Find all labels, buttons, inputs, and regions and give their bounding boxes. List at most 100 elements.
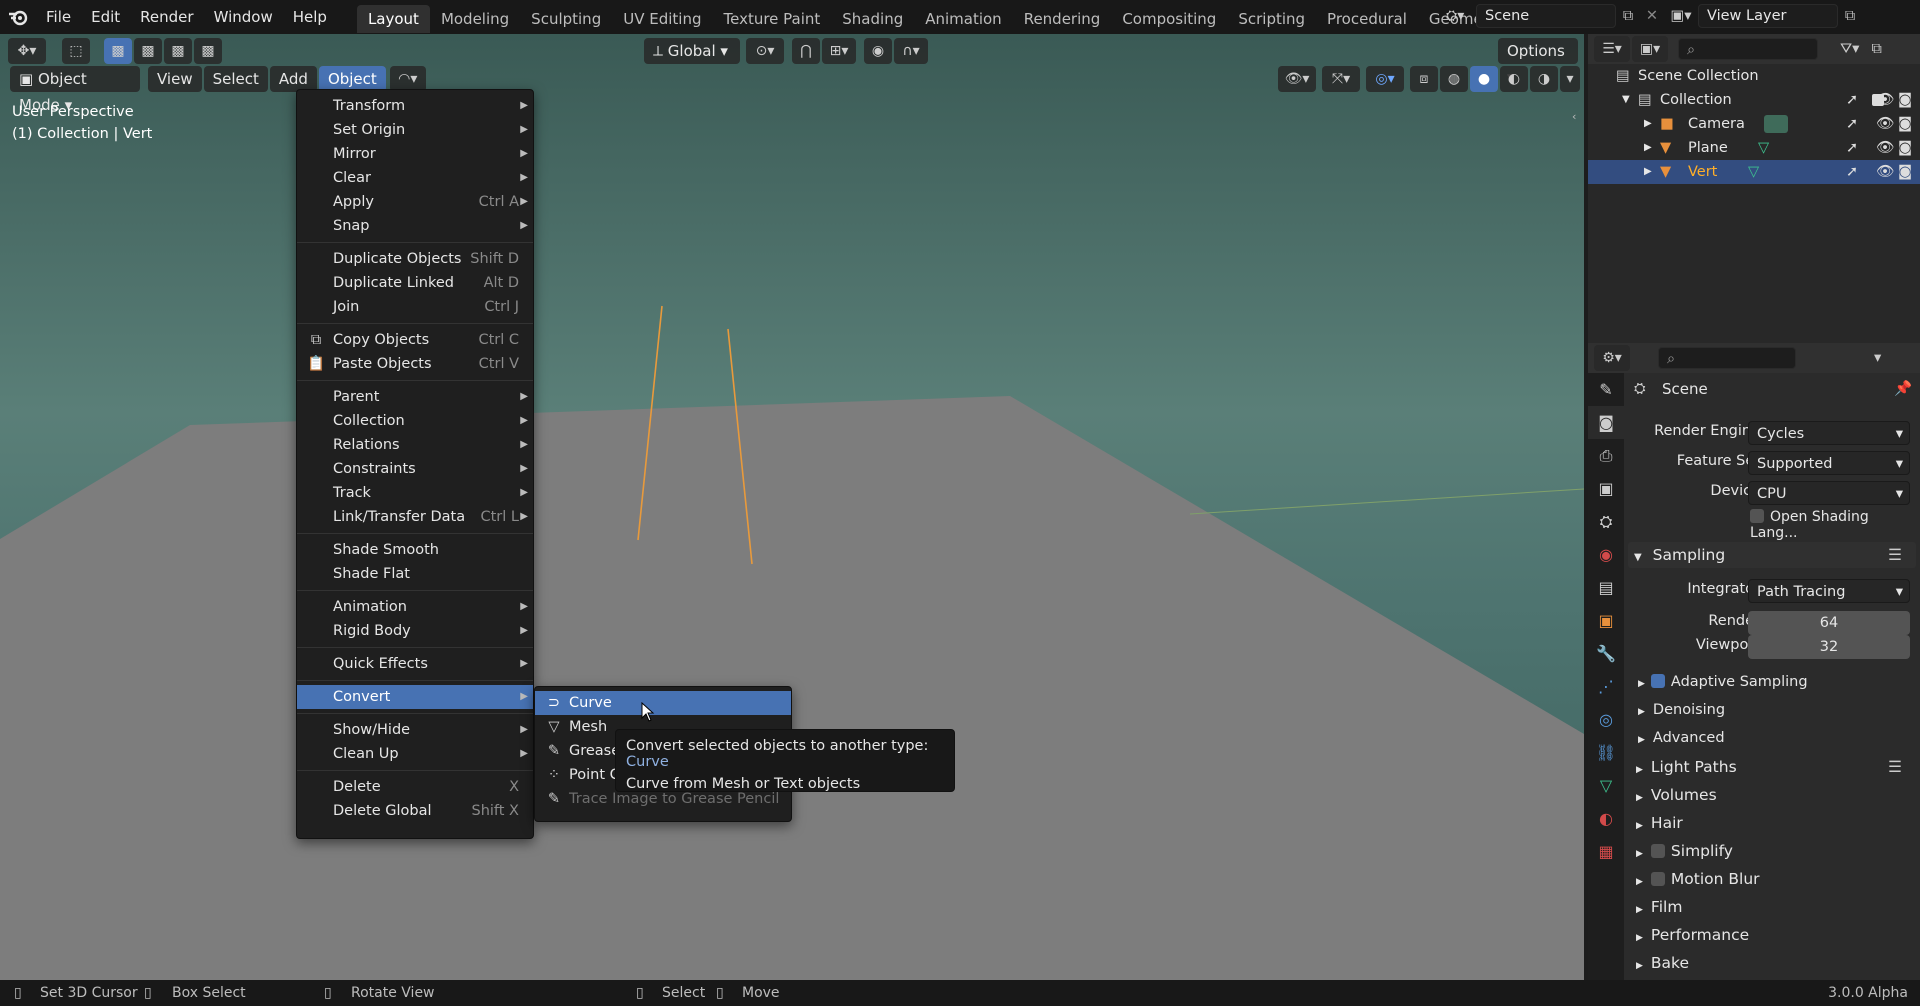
physics-tab-icon[interactable]: ◎ <box>1588 703 1624 736</box>
menu-window[interactable]: Window <box>204 0 283 34</box>
selectable-arrow-icon[interactable]: ➚ <box>1846 160 1858 184</box>
expand-arrow-icon[interactable]: ▶ <box>1644 112 1652 136</box>
shading-options-icon[interactable]: ▾ <box>1560 66 1580 92</box>
menu-render[interactable]: Render <box>130 0 203 34</box>
view-layer-tab-icon[interactable]: ▣ <box>1588 472 1624 505</box>
menu-item-clear[interactable]: Clear ▶ <box>297 166 533 190</box>
camera-render-icon[interactable]: ◙ <box>1898 160 1912 184</box>
overlays-toggle-icon[interactable]: ◎▾ <box>1366 66 1404 92</box>
osl-checkbox[interactable]: Open Shading Lang... <box>1750 509 1920 541</box>
outliner-row-collection[interactable]: ▼ ▤ Collection ➚ 👁 ◙ <box>1588 88 1920 112</box>
integrator-dropdown[interactable]: Path Tracing ▾ <box>1748 579 1910 603</box>
select-tool-icon[interactable]: ⬚ <box>62 38 90 64</box>
menu-select[interactable]: Select <box>203 66 268 92</box>
menu-item-animation[interactable]: Animation ▶ <box>297 595 533 619</box>
outliner-editor-type-icon[interactable]: ☰▾ <box>1594 36 1630 62</box>
world-tab-icon[interactable]: ◉ <box>1588 538 1624 571</box>
3d-viewport[interactable]: ✥▾ ⬚ ▩ ▩ ▩ ▩ ⟂ Global ▾ ⊙▾ ⋂ ⊞▾ ◉ ∩▾ Opt… <box>0 34 1584 980</box>
constraints-tab-icon[interactable]: ⛓ <box>1588 736 1624 769</box>
transform-orientation-dropdown[interactable]: ⟂ Global ▾ <box>644 38 740 64</box>
properties-editor-type-icon[interactable]: ⚙▾ <box>1594 345 1630 371</box>
eye-icon[interactable]: 👁 <box>1876 112 1894 136</box>
panel-motion-blur[interactable]: ▶ Motion Blur <box>1628 866 1916 892</box>
viewport-samples-field[interactable]: 32 <box>1748 635 1910 659</box>
workspace-tab-uv-editing[interactable]: UV Editing <box>612 5 712 33</box>
outliner-row-scene-collection[interactable]: ▤ Scene Collection <box>1588 64 1920 88</box>
outliner-row-plane[interactable]: ▶ ▼ Plane ▽ ➚ 👁 ◙ <box>1588 136 1920 160</box>
gizmo-toggle-icon[interactable]: ⤧▾ <box>1322 66 1360 92</box>
shading-wireframe-icon[interactable]: ◍ <box>1440 66 1468 92</box>
mesh-data-icon[interactable]: ▽ <box>1758 136 1769 160</box>
panel-hair[interactable]: ▶ Hair <box>1628 810 1916 836</box>
properties-search-input[interactable]: ⌕ <box>1658 347 1796 369</box>
view-layer-field[interactable]: View Layer <box>1698 4 1838 28</box>
eye-icon[interactable]: 👁 <box>1876 160 1894 184</box>
advanced-subpanel[interactable]: ▶ Advanced <box>1638 726 1725 750</box>
select-mode-new-icon[interactable]: ▩ <box>104 38 132 64</box>
delete-scene-icon[interactable]: ✕ <box>1640 8 1664 24</box>
menu-view[interactable]: View <box>148 66 202 92</box>
menu-item-collection[interactable]: Collection ▶ <box>297 409 533 433</box>
menu-item-paste-objects[interactable]: 📋 Paste Objects Ctrl V <box>297 352 533 376</box>
panel-enable-checkbox[interactable] <box>1650 871 1665 886</box>
menu-item-duplicate-linked[interactable]: Duplicate Linked Alt D <box>297 271 533 295</box>
menu-item-snap[interactable]: Snap ▶ <box>297 214 533 238</box>
selectable-arrow-icon[interactable]: ➚ <box>1846 112 1858 136</box>
menu-item-shade-flat[interactable]: Shade Flat <box>297 562 533 586</box>
particles-tab-icon[interactable]: ⋰ <box>1588 670 1624 703</box>
outliner-row-vert[interactable]: ▶ ▼ Vert ▽ ➚ 👁 ◙ <box>1588 160 1920 184</box>
workspace-tab-scripting[interactable]: Scripting <box>1227 5 1316 33</box>
new-collection-icon[interactable]: ⧉ <box>1871 41 1881 57</box>
select-mode-extend-icon[interactable]: ▩ <box>134 38 162 64</box>
workspace-tab-rendering[interactable]: Rendering <box>1013 5 1112 33</box>
menu-item-transform[interactable]: Transform ▶ <box>297 94 533 118</box>
expand-arrow-icon[interactable]: ▼ <box>1622 88 1630 112</box>
workspace-tab-modeling[interactable]: Modeling <box>430 5 520 33</box>
menu-item-apply[interactable]: Apply Ctrl A ▶ <box>297 190 533 214</box>
adaptive-sampling-checkbox[interactable] <box>1650 674 1665 688</box>
object-tab-icon[interactable]: ▣ <box>1588 604 1624 637</box>
scene-name-field[interactable]: Scene <box>1476 4 1616 28</box>
camera-render-icon[interactable]: ◙ <box>1898 112 1912 136</box>
camera-render-icon[interactable]: ◙ <box>1898 88 1912 112</box>
object-mode-dropdown[interactable]: ▣ Object Mode ▾ <box>10 66 140 114</box>
menu-edit[interactable]: Edit <box>81 0 130 34</box>
view-layer-icon[interactable]: ▣▾ <box>1664 8 1698 24</box>
xray-toggle-icon[interactable]: ⧈ <box>1410 66 1438 92</box>
editor-type-icon[interactable]: ✥▾ <box>8 38 46 64</box>
panel-volumes[interactable]: ▶ Volumes <box>1628 782 1916 808</box>
feature-set-dropdown[interactable]: Supported ▾ <box>1748 451 1910 475</box>
menu-help[interactable]: Help <box>283 0 337 34</box>
menu-item-mirror[interactable]: Mirror ▶ <box>297 142 533 166</box>
mesh-data-icon[interactable]: ▽ <box>1748 160 1759 184</box>
workspace-tab-layout[interactable]: Layout <box>356 4 430 33</box>
material-tab-icon[interactable]: ◐ <box>1588 802 1624 835</box>
menu-item-clean-up[interactable]: Clean Up ▶ <box>297 742 533 766</box>
menu-file[interactable]: File <box>36 0 81 34</box>
workspace-tab-procedural[interactable]: Procedural <box>1316 5 1418 33</box>
pin-icon[interactable]: 📌 <box>1894 380 1912 397</box>
workspace-tab-shading[interactable]: Shading <box>831 5 914 33</box>
sidebar-toggle-icon[interactable]: ‹ <box>1572 110 1576 123</box>
modifier-tab-icon[interactable]: 🔧 <box>1588 637 1624 670</box>
selectable-arrow-icon[interactable]: ➚ <box>1846 136 1858 160</box>
panel-light-paths[interactable]: ▶ Light Paths ☰ <box>1628 754 1916 780</box>
render-engine-dropdown[interactable]: Cycles ▾ <box>1748 421 1910 445</box>
menu-item-join[interactable]: Join Ctrl J <box>297 295 533 319</box>
menu-item-quick-effects[interactable]: Quick Effects ▶ <box>297 652 533 676</box>
select-mode-subtract-icon[interactable]: ▩ <box>164 38 192 64</box>
outliner-row-camera[interactable]: ▶ ■ Camera ➚ 👁 ◙ <box>1588 112 1920 136</box>
snap-magnet-icon[interactable]: ⋂ <box>792 38 820 64</box>
options-dropdown[interactable]: Options ▾ <box>1498 38 1578 86</box>
menu-item-track[interactable]: Track ▶ <box>297 481 533 505</box>
outliner-search-input[interactable]: ⌕ <box>1678 38 1818 60</box>
menu-item-rigid-body[interactable]: Rigid Body ▶ <box>297 619 533 643</box>
shading-material-icon[interactable]: ◐ <box>1500 66 1528 92</box>
output-tab-icon[interactable]: ⎙ <box>1588 439 1624 472</box>
proportional-edit-icon[interactable]: ◉ <box>864 38 892 64</box>
panel-performance[interactable]: ▶ Performance <box>1628 922 1916 948</box>
menu-item-delete-global[interactable]: Delete Global Shift X <box>297 799 533 823</box>
visibility-filter-icon[interactable]: 👁▾ <box>1278 66 1316 92</box>
workspace-tab-texture-paint[interactable]: Texture Paint <box>712 5 831 33</box>
falloff-curve-icon[interactable]: ∩▾ <box>894 38 928 64</box>
